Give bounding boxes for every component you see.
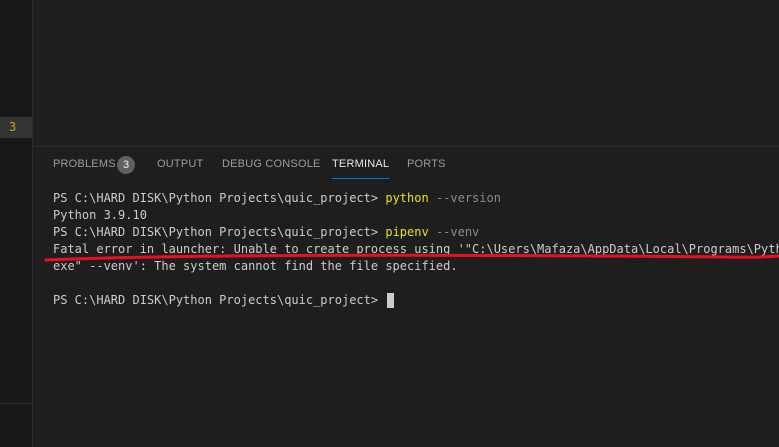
error-line: exe" --venv': The system cannot find the… [53,259,458,273]
argument-text: --venv [428,225,480,239]
prompt: PS C:\HARD DISK\Python Projects\quic_pro… [53,191,386,205]
editor-gutter: 3 [0,0,33,447]
gutter-badge-count: 3 [9,120,17,134]
tab-ports-label: PORTS [407,158,446,170]
terminal-output[interactable]: PS C:\HARD DISK\Python Projects\quic_pro… [53,190,779,309]
problems-count-badge: 3 [117,156,135,174]
error-line: Fatal error in launcher: Unable to creat… [53,242,779,256]
terminal-line: Python 3.9.10 [53,208,147,222]
terminal-line: PS C:\HARD DISK\Python Projects\quic_pro… [53,292,779,309]
tab-output-label: OUTPUT [157,158,204,170]
tab-problems[interactable]: PROBLEMS [53,147,116,183]
tab-ports[interactable]: PORTS [407,147,446,183]
terminal-cursor [387,293,395,308]
tab-debug-console-label: DEBUG CONSOLE [222,158,321,170]
terminal-line: PS C:\HARD DISK\Python Projects\quic_pro… [53,224,779,241]
tab-terminal-label: TERMINAL [332,158,390,170]
gutter-highlight-row[interactable]: 3 [0,117,32,138]
tab-problems-label: PROBLEMS [53,158,116,170]
command-text: python [385,191,429,205]
gutter-divider [0,403,32,404]
tab-terminal[interactable]: TERMINAL [332,147,390,183]
prompt: PS C:\HARD DISK\Python Projects\quic_pro… [53,293,386,307]
tab-output[interactable]: OUTPUT [157,147,203,183]
terminal-line: PS C:\HARD DISK\Python Projects\quic_pro… [53,190,779,207]
panel-tab-bar: PROBLEMS 3 OUTPUT DEBUG CONSOLE TERMINAL… [33,147,779,183]
command-text: pipenv [385,225,429,239]
tab-debug-console[interactable]: DEBUG CONSOLE [222,147,321,183]
editor-area[interactable] [33,0,779,146]
prompt: PS C:\HARD DISK\Python Projects\quic_pro… [53,225,386,239]
argument-text: --version [428,191,501,205]
